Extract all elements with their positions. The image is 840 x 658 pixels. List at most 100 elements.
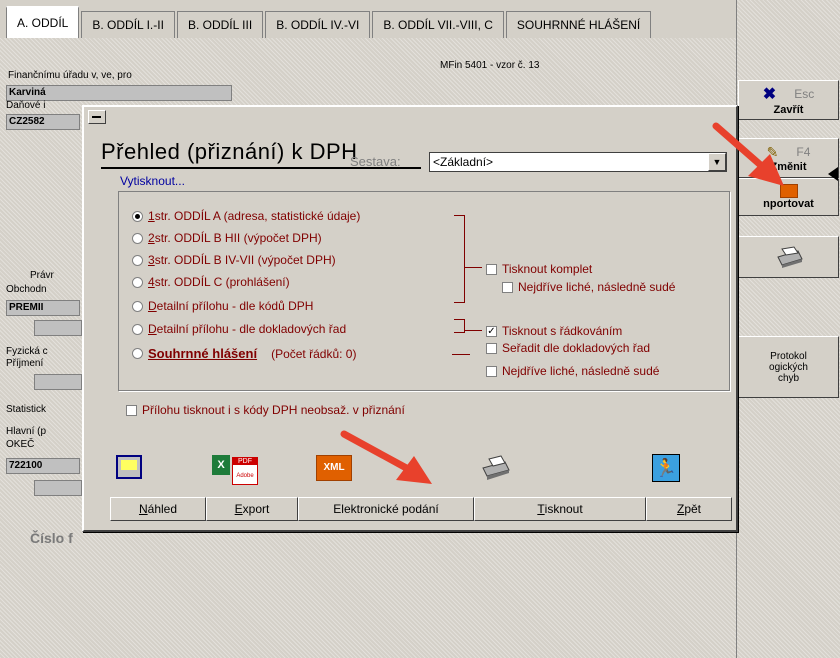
export-button[interactable]: Export <box>206 497 298 521</box>
okec-label: OKEČ <box>6 439 35 450</box>
radio-label: str. ODDÍL B IV-VII (výpočet DPH) <box>154 253 336 267</box>
radio-label: str. ODDÍL C (prohlášení) <box>154 275 290 289</box>
checkbox[interactable] <box>486 263 497 275</box>
check-label: Nejdříve liché, následně sudé <box>502 364 660 378</box>
f4-key-label: F4 <box>796 145 811 159</box>
souhrn-count: (Počet řádků: 0) <box>271 346 357 361</box>
check-tisknout-komplet[interactable]: Tisknout komplet <box>486 262 592 276</box>
radio-label: str. ODDÍL B HII (výpočet DPH) <box>154 231 322 245</box>
check-seradit[interactable]: Seřadit dle dokladových řad <box>486 341 650 355</box>
button-label: isknout <box>544 502 583 516</box>
vytisknout-label: Vytisknout... <box>120 174 185 188</box>
button-label: áhled <box>147 502 178 516</box>
dic-field[interactable]: CZ2582 <box>6 114 80 130</box>
sestava-label: Sestava: <box>350 154 401 169</box>
sestava-value: <Základní> <box>433 155 494 169</box>
preview-button[interactable]: Náhled <box>110 497 206 521</box>
office-field[interactable]: Karviná <box>6 85 232 101</box>
radio-button[interactable] <box>132 232 143 244</box>
statistika-label: Statistick <box>6 404 47 415</box>
radio-priloha-kody[interactable]: Detailní přílohu - dle kódů DPH <box>132 299 313 313</box>
radio-oddil-b-4-7[interactable]: 3 str. ODDÍL B IV-VII (výpočet DPH) <box>132 253 336 267</box>
radio-label: etailní přílohu - dle dokladových řad <box>156 322 347 336</box>
souhrn-label: Souhrnné hlášení <box>148 346 258 361</box>
radio-button[interactable] <box>132 300 143 312</box>
print-button[interactable]: Tisknout <box>474 497 646 521</box>
radio-label: str. ODDÍL A (adresa, statistické údaje) <box>154 209 361 223</box>
connector-mid <box>464 330 482 331</box>
radio-oddil-a[interactable]: 1 str. ODDÍL A (adresa, statistické údaj… <box>132 209 360 223</box>
radio-button[interactable] <box>132 210 143 222</box>
check-label: Přílohu tisknout i s kódy DPH neobsaž. v… <box>142 403 405 417</box>
radio-key: 1 <box>148 209 155 223</box>
preview-icon <box>116 455 142 479</box>
radio-key: 2 <box>148 231 155 245</box>
excel-icon: X <box>212 455 230 475</box>
close-label: Zavřít <box>773 104 804 116</box>
okec-field[interactable]: 722100 <box>6 458 80 474</box>
obchod-field-2[interactable] <box>34 320 82 336</box>
check-prilohu[interactable]: Přílohu tisknout i s kódy DPH neobsaž. v… <box>126 403 405 417</box>
prijmeni-label: Příjmení <box>6 358 44 369</box>
protokol-button[interactable]: Protokol ogických chyb <box>738 336 839 398</box>
printer-icon <box>776 246 803 268</box>
tab-oddil-b-7-8-c[interactable]: B. ODDÍL VII.-VIII, C <box>372 11 504 38</box>
adobe-text: Adobe <box>236 473 254 479</box>
tab-oddil-a[interactable]: A. ODDÍL <box>6 6 80 38</box>
radio-button[interactable] <box>132 323 143 335</box>
tab-souhrnne-hlaseni[interactable]: SOUHRNNÉ HLÁŠENÍ <box>505 11 652 38</box>
back-button[interactable]: Zpět <box>646 497 732 521</box>
dic-label: Daňové i <box>6 100 46 111</box>
print-button[interactable] <box>738 236 839 278</box>
radio-souhrnne-hlaseni[interactable]: Souhrnné hlášení (Počet řádků: 0) <box>132 346 356 361</box>
fyzicka-label: Fyzická c <box>6 346 48 357</box>
tab-bar: A. ODDÍL B. ODDÍL I.-II B. ODDÍL III B. … <box>0 0 740 38</box>
import-label: nportovat <box>763 198 814 210</box>
checkbox[interactable] <box>486 342 497 354</box>
electronic-filing-button[interactable]: Elektronické podání <box>298 497 474 521</box>
right-toolbar: ✖ Esc Zavřít ✎ F4 Změnit nportovat Proto… <box>736 0 840 658</box>
close-icon: ✖ <box>762 86 777 103</box>
button-key: E <box>234 502 243 516</box>
button-label: xport <box>242 502 270 516</box>
button-label: pět <box>684 502 702 516</box>
okec-field-2[interactable] <box>34 480 82 496</box>
exit-runner-icon: 🏃 <box>652 454 680 482</box>
check-label: Tisknout komplet <box>502 262 593 276</box>
checkbox[interactable] <box>126 404 137 416</box>
tab-oddil-b-1-2[interactable]: B. ODDÍL I.-II <box>81 11 175 38</box>
radio-button[interactable] <box>132 348 143 359</box>
pravni-label: Právr <box>30 270 54 281</box>
check-liche-sude-2[interactable]: Nejdříve liché, následně sudé <box>486 364 659 378</box>
radio-oddil-c[interactable]: 4 str. ODDÍL C (prohlášení) <box>132 275 290 289</box>
checkbox[interactable] <box>502 281 513 293</box>
radio-button[interactable] <box>132 254 143 266</box>
prijmeni-field[interactable] <box>34 374 82 390</box>
checkbox[interactable]: ✓ <box>486 325 497 337</box>
checkbox[interactable] <box>486 365 497 377</box>
annotation-arrow-icon <box>340 430 432 484</box>
radio-button[interactable] <box>132 276 143 288</box>
hlavni-label: Hlavní (p <box>6 426 47 437</box>
cislo-label: Číslo f <box>30 530 73 546</box>
radio-key: D <box>148 299 157 313</box>
check-liche-sude-1[interactable]: Nejdříve liché, následně sudé <box>502 280 675 294</box>
office-label: Finančnímu úřadu v, ve, pro <box>8 70 132 81</box>
check-radkovani[interactable]: ✓ Tisknout s řádkováním <box>486 324 622 338</box>
connector-bottom <box>452 354 470 355</box>
radio-oddil-b-1-3[interactable]: 2 str. ODDÍL B HII (výpočet DPH) <box>132 231 322 245</box>
tab-oddil-b-4-6[interactable]: B. ODDÍL IV.-VI <box>265 11 371 38</box>
obchod-field[interactable]: PREMII <box>6 300 80 316</box>
bracket-top <box>454 215 465 303</box>
system-menu-button[interactable] <box>88 110 106 124</box>
button-label: Elektronické podání <box>333 502 439 516</box>
form-code: MFin 5401 - vzor č. 13 <box>440 60 540 71</box>
pointer-arrow-icon <box>828 167 838 181</box>
tab-oddil-b-3[interactable]: B. ODDÍL III <box>176 11 264 38</box>
protokol-label: Protokol ogických chyb <box>769 350 808 384</box>
close-button[interactable]: ✖ Esc Zavřít <box>738 80 839 120</box>
sestava-select[interactable]: <Základní> ▼ <box>429 152 727 172</box>
pdf-text: PDF <box>233 458 257 465</box>
radio-priloha-rady[interactable]: Detailní přílohu - dle dokladových řad <box>132 322 346 336</box>
connector-top <box>464 267 482 268</box>
